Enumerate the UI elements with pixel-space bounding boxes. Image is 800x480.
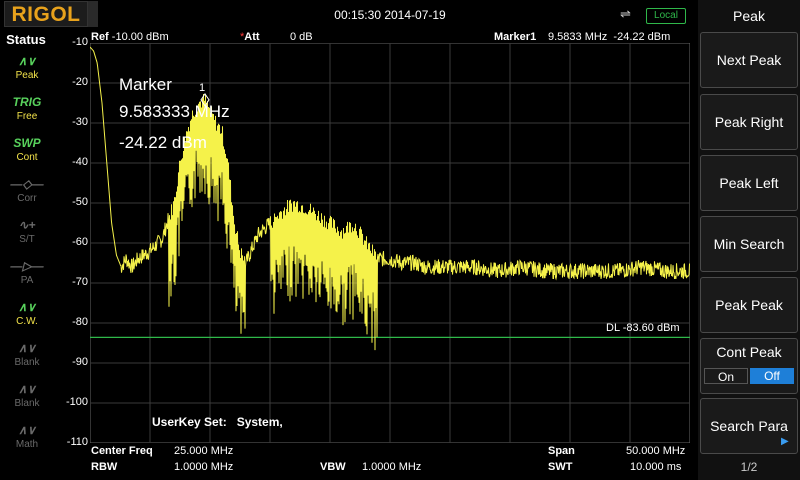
y-tick-label: -80: [72, 316, 88, 328]
usb-icon: ⇌: [620, 6, 631, 21]
blank-status: ∧∨ Blank: [6, 339, 48, 377]
peak-wave-status: ∧∨ Peak: [6, 52, 48, 90]
y-tick-label: -100: [65, 396, 88, 408]
peak-left-button[interactable]: Peak Left: [700, 155, 798, 211]
pa-icon: —▷—: [10, 259, 44, 273]
peak-peak-button[interactable]: Peak Peak: [700, 277, 798, 333]
cont-peak-on[interactable]: On: [704, 368, 748, 384]
y-tick-label: -30: [72, 116, 88, 128]
swp-icon: SWP: [13, 136, 41, 150]
status-label: Corr: [17, 193, 37, 204]
status-label: Free: [16, 111, 38, 122]
status-title: Status: [6, 32, 46, 47]
peak-right-button[interactable]: Peak Right: [700, 94, 798, 150]
status-label: Blank: [14, 398, 40, 409]
brand-logo: RIGOL: [4, 1, 88, 27]
y-tick-label: -50: [72, 196, 88, 208]
swt-label[interactable]: SWT: [548, 461, 572, 473]
att-title: Att: [244, 31, 260, 43]
y-tick-label: -40: [72, 156, 88, 168]
math-status: ∧∨ Math: [6, 421, 48, 459]
corr-status: —◇— Corr: [6, 175, 48, 213]
trig-status: TRIG Free: [6, 93, 48, 131]
next-peak-button[interactable]: Next Peak: [700, 32, 798, 88]
span-value[interactable]: 50.000 MHz: [626, 445, 685, 457]
marker-number: 1: [199, 82, 205, 94]
status-label: Blank: [14, 357, 40, 368]
status-label: S/T: [19, 234, 35, 245]
ref-title: Ref: [91, 31, 109, 43]
y-tick-label: -60: [72, 236, 88, 248]
corr-icon: —◇—: [10, 177, 44, 191]
cont-peak-label: Cont Peak: [716, 344, 782, 360]
status-label: C.W.: [16, 316, 38, 327]
st-icon: ∿+: [18, 218, 36, 232]
logo-stripe: [88, 1, 98, 27]
marker-box-freq: 9.583333 MHz: [119, 102, 230, 121]
panel-title: Peak: [733, 8, 765, 24]
y-tick-label: -110: [66, 436, 88, 448]
status-label: Peak: [15, 70, 39, 81]
marker-header-value: 9.5833 MHz -24.22 dBm: [548, 31, 671, 43]
center-freq-label[interactable]: Center Freq: [91, 445, 153, 457]
ref-label: Ref -10.00 dBm: [91, 31, 169, 43]
att-value: 0 dB: [290, 31, 313, 43]
swp-status: SWP Cont: [6, 134, 48, 172]
cont-peak-off[interactable]: Off: [750, 368, 794, 384]
blank-icon: ∧∨: [18, 382, 36, 396]
display-line-label: DL -83.60 dBm: [606, 322, 680, 334]
datetime: 00:15:30 2014-07-19: [334, 8, 446, 22]
blank-status: ∧∨ Blank: [6, 380, 48, 418]
pa-status: —▷— PA: [6, 257, 48, 295]
y-tick-label: -90: [72, 356, 88, 368]
y-tick-label: -10: [72, 36, 88, 48]
status-label: Math: [15, 439, 39, 450]
cw-status: ∧∨ C.W.: [6, 298, 48, 336]
swt-value[interactable]: 10.000 ms: [630, 461, 681, 473]
page-indicator: 1/2: [740, 460, 758, 474]
ref-value: -10.00 dBm: [111, 31, 169, 43]
y-tick-label: -20: [72, 76, 88, 88]
y-tick-label: -70: [72, 276, 88, 288]
peak-wave-icon: ∧∨: [18, 54, 36, 68]
math-icon: ∧∨: [18, 423, 36, 437]
rbw-value[interactable]: 1.0000 MHz: [174, 461, 233, 473]
status-label: PA: [20, 275, 34, 286]
blank-icon: ∧∨: [18, 341, 36, 355]
marker-header-label: Marker1: [494, 31, 537, 43]
marker-box-title: Marker: [119, 75, 172, 94]
local-badge[interactable]: Local: [646, 8, 686, 24]
marker-box-level: -24.22 dBm: [119, 133, 207, 152]
submenu-arrow-icon: ▶: [781, 436, 789, 447]
span-label[interactable]: Span: [548, 445, 575, 457]
vbw-value[interactable]: 1.0000 MHz: [362, 461, 421, 473]
center-freq-value[interactable]: 25.000 MHz: [174, 445, 233, 457]
vbw-label[interactable]: VBW: [320, 461, 346, 473]
trig-icon: TRIG: [12, 95, 42, 109]
cw-icon: ∧∨: [18, 300, 36, 314]
min-search-button[interactable]: Min Search: [700, 216, 798, 272]
st-status: ∿+ S/T: [6, 216, 48, 254]
rbw-label[interactable]: RBW: [91, 461, 117, 473]
userkey-status: UserKey Set: System,: [152, 415, 283, 429]
att-label: *Att: [240, 31, 260, 43]
status-label: Cont: [16, 152, 38, 163]
